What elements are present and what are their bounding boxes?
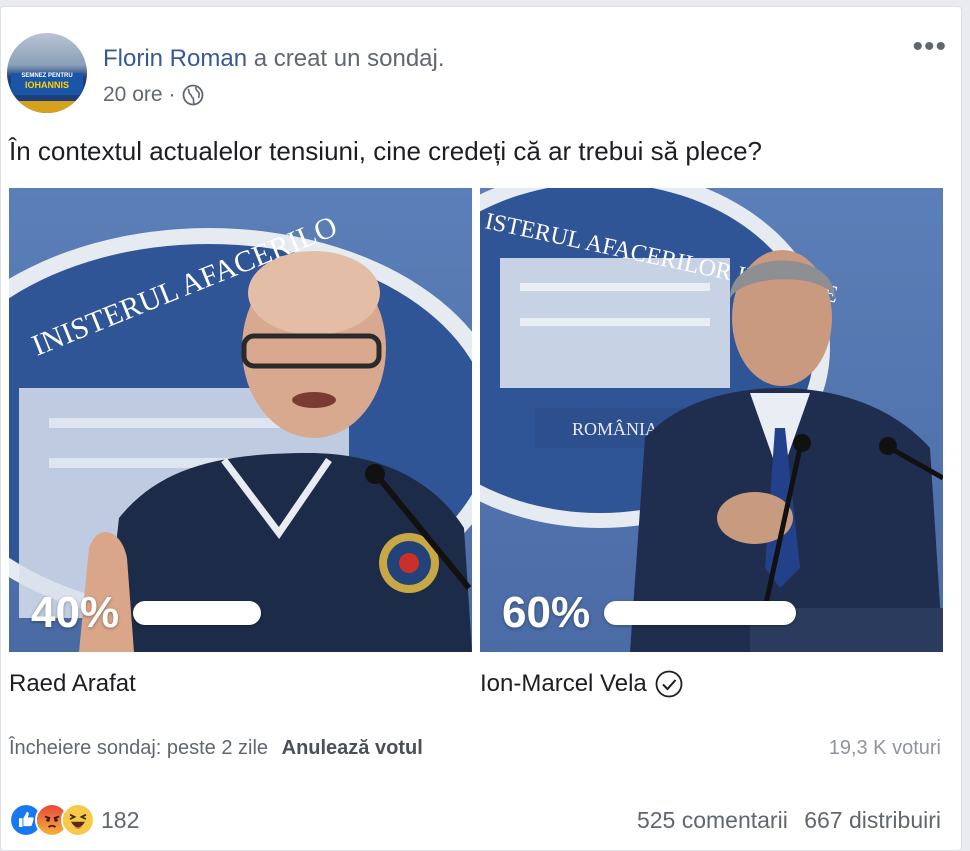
post-action: a creat un sondaj. [253, 45, 445, 72]
avatar-banner-small: SEMNEZ PENTRU [21, 73, 73, 79]
vote-count[interactable]: 19,3 K voturi [829, 735, 941, 761]
more-options-icon[interactable]: ••• [912, 32, 947, 62]
author-name[interactable]: Florin Roman [103, 45, 247, 72]
option-1-percent: 40% [31, 588, 120, 637]
option-1-label: Raed Arafat [9, 669, 136, 699]
unvote-link[interactable]: Anulează votul [282, 737, 423, 759]
globe-icon[interactable] [182, 84, 204, 106]
option-1-name: Raed Arafat [9, 670, 136, 697]
option-2-photo-plate: ROMÂNIA [572, 418, 658, 439]
poll-option-1[interactable]: INISTERUL AFACERILO 40% [9, 188, 472, 652]
option-2-label: Ion-Marcel Vela [480, 669, 683, 699]
comments-link[interactable]: 525 comentarii [637, 807, 788, 833]
meta-separator: · [168, 83, 176, 106]
option-2-percent: 60% [502, 588, 591, 637]
author-avatar[interactable]: SEMNEZ PENTRU IOHANNIS [7, 33, 87, 113]
reaction-count: 182 [101, 806, 140, 833]
option-2-name: Ion-Marcel Vela [480, 670, 647, 697]
post-time[interactable]: 20 ore [103, 82, 163, 108]
poll-question: În contextul actualelor tensiuni, cine c… [9, 136, 762, 166]
option-1-result-bar [133, 601, 261, 625]
poll-post: SEMNEZ PENTRU IOHANNIS Florin Roman a cr… [0, 6, 962, 851]
avatar-banner: SEMNEZ PENTRU IOHANNIS [11, 73, 83, 95]
haha-icon [61, 803, 95, 837]
poll-footer: Încheiere sondaj: peste 2 zile Anulează … [9, 735, 423, 761]
engagement-stats: 525 comentarii 667 distribuiri [627, 805, 941, 835]
option-2-photo: ROMÂNIA ISTERUL AFACERILOR INTERNE [480, 188, 943, 652]
shares-link[interactable]: 667 distribuiri [804, 807, 941, 833]
option-2-result-bar [604, 601, 796, 625]
post-meta: 20 ore · [103, 82, 204, 108]
avatar-stripe [7, 101, 87, 113]
avatar-banner-big: IOHANNIS [24, 80, 69, 90]
reactions-summary[interactable]: 182 [9, 803, 139, 837]
post-header: Florin Roman a creat un sondaj. [103, 45, 445, 73]
poll-end-text: Încheiere sondaj: peste 2 zile [9, 737, 269, 759]
option-1-photo: INISTERUL AFACERILO [9, 188, 472, 652]
selected-check-icon [655, 670, 683, 698]
poll-option-2[interactable]: ROMÂNIA ISTERUL AFACERILOR INTERNE 60% [480, 188, 943, 652]
